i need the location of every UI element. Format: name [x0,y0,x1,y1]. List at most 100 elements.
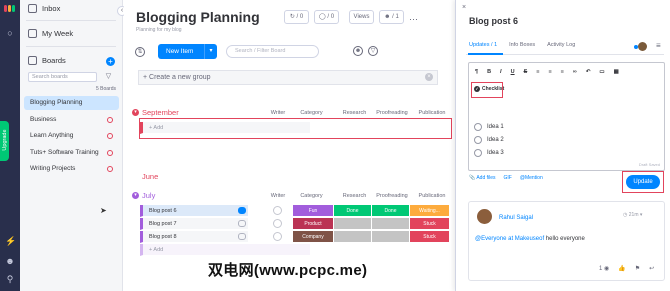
table-row[interactable]: Blog post 6 [140,205,248,217]
lightning-icon[interactable]: ⚡ [5,236,16,246]
chevron-down-icon[interactable]: ▾ [640,212,643,218]
add-item-row[interactable]: + Add [140,244,310,256]
boards-icon [28,56,37,65]
bold-icon[interactable]: B [487,69,491,75]
writer-avatar[interactable] [273,232,282,241]
add-files-link[interactable]: 📎 Add files [469,175,496,181]
filter-icon[interactable]: ▽ [103,72,114,82]
sidebar-item-label: Inbox [42,4,61,13]
tab-info-boxes[interactable]: Info Boxes [509,42,535,48]
chat-icon[interactable] [238,220,246,227]
settings-icon[interactable]: ⇅ [135,47,145,57]
proofreading-cell[interactable]: Done [372,205,410,217]
align-icon[interactable]: ≡ [561,69,564,75]
paragraph-icon[interactable]: ¶ [475,69,478,75]
category-cell[interactable]: Fun [293,205,334,217]
sidebar-item-my-week[interactable]: My Week [28,29,73,38]
strikethrough-icon[interactable]: S [524,69,528,75]
chevron-down-icon[interactable]: ▾ [132,192,139,199]
search-icon[interactable]: ⚲ [5,274,15,284]
publication-cell[interactable]: Waiting... [410,205,450,217]
italic-icon[interactable]: I [500,69,502,75]
chevron-down-icon[interactable]: ▾ [132,109,139,116]
upgrade-button[interactable]: Upgrade [0,121,9,161]
board-description[interactable]: Planning for my blog [136,27,182,33]
left-nav-rail: ○ Upgrade ⚡ ☻ ⚲ [0,0,20,291]
avatar[interactable] [477,209,492,224]
checkbox-icon[interactable] [474,149,482,157]
sidebar-item-inbox[interactable]: Inbox [28,4,60,13]
group-header-june[interactable]: June [132,172,158,181]
checklist-item[interactable]: Idea 1 [474,123,504,131]
undo-icon[interactable]: ↶ [586,69,591,75]
sidebar-board-item[interactable]: Blogging Planning [24,96,119,110]
proofreading-cell[interactable] [372,218,410,230]
research-cell[interactable] [334,231,372,243]
update-editor[interactable]: ¶ B I U S ≡ ≡ ≡ ∞ ↶ ▭ ▦ ✓ Checklist Idea… [468,62,665,171]
tab-activity-log[interactable]: Activity Log [547,42,575,48]
invite-user-icon[interactable]: ☻ [5,256,15,266]
checklist-item[interactable]: Idea 2 [474,136,504,144]
views-indicator[interactable]: 1 ◉ [599,265,609,272]
panel-title[interactable]: Blog post 6 [469,16,518,26]
clear-icon[interactable]: × [425,73,433,81]
notification-dot-icon [107,117,113,123]
views-button[interactable]: Views [349,10,374,24]
table-row[interactable]: Blog post 8 [140,231,248,243]
sidebar-board-item[interactable]: Learn Anything [24,129,119,143]
code-icon[interactable]: ▭ [599,69,604,75]
monday-logo[interactable] [4,5,16,13]
chat-icon[interactable] [238,233,246,240]
publication-cell[interactable]: Stuck [410,218,450,230]
add-item-label: + Add [149,247,164,253]
updates-button[interactable]: ◯ / 0 [314,10,339,24]
writer-avatar[interactable] [273,206,282,215]
table-icon[interactable]: ▦ [614,69,619,75]
add-board-button[interactable]: + [106,57,115,66]
table-row[interactable]: Blog post 7 [140,218,248,230]
sidebar-board-item[interactable]: Business [24,113,119,127]
checklist-item[interactable]: Idea 3 [474,149,504,157]
sidebar-board-item[interactable]: Tuts+ Software Training [24,146,119,160]
more-options-icon[interactable]: ⋯ [409,14,418,25]
mention-link[interactable]: @Mention [520,175,543,181]
writer-avatar[interactable] [273,219,282,228]
board-search-input[interactable]: Search / Filter Board [226,45,319,58]
board-search-input[interactable]: Search boards [28,72,97,82]
link-icon[interactable]: ∞ [573,69,577,75]
research-cell[interactable]: Done [334,205,372,217]
update-author[interactable]: Rahul Saigal [499,215,533,221]
avatar[interactable] [638,42,647,51]
close-icon[interactable]: × [462,4,466,11]
filter-icon[interactable]: ▽ [368,46,378,56]
checkbox-icon[interactable] [474,123,482,131]
publication-cell[interactable]: Stuck [410,231,450,243]
board-title[interactable]: Blogging Planning [136,9,260,25]
bell-icon[interactable]: ○ [5,28,15,38]
thumbs-up-icon[interactable]: 👍 [618,265,625,272]
new-item-button[interactable]: New Item ▾ [158,44,217,59]
mention-tag[interactable]: @Everyone at Makeuseof [475,236,544,242]
bullet-list-icon[interactable]: ≡ [536,69,539,75]
person-filter-icon[interactable]: ☻ [353,46,363,56]
sidebar-board-item[interactable]: Writing Projects [24,162,119,176]
group-header-september[interactable]: ▾ September [132,108,179,117]
research-cell[interactable] [334,218,372,230]
chevron-down-icon[interactable]: ▾ [204,44,217,59]
tab-updates[interactable]: Updates / 1 [469,42,497,48]
create-group-input[interactable]: + Create a new group × [138,70,438,85]
proofreading-cell[interactable] [372,231,410,243]
reply-icon[interactable]: ↩ [649,265,654,272]
category-cell[interactable]: Product [293,218,334,230]
category-cell[interactable]: Company [293,231,334,243]
checkbox-icon[interactable] [474,136,482,144]
bookmark-icon[interactable]: ⚑ [635,265,640,272]
numbered-list-icon[interactable]: ≡ [548,69,551,75]
menu-icon[interactable]: ≡ [656,41,661,50]
group-header-july[interactable]: ▾ July [132,191,155,200]
gif-link[interactable]: GIF [504,175,512,181]
underline-icon[interactable]: U [511,69,515,75]
chat-icon[interactable] [238,207,246,214]
members-button[interactable]: ☻ / 1 [379,10,404,24]
activity-button[interactable]: ↻ / 0 [284,10,309,24]
